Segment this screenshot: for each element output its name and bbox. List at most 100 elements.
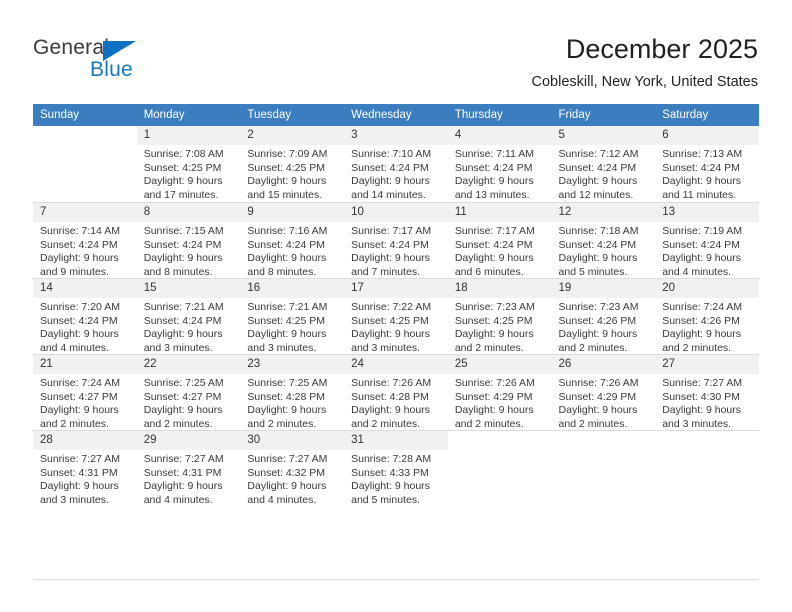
daylight-text-line2: and 13 minutes. [454, 188, 530, 201]
day-cell[interactable]: 16 Sunrise: 7:21 AM Sunset: 4:25 PM Dayl… [240, 278, 345, 355]
day-cell[interactable]: 6 Sunrise: 7:13 AM Sunset: 4:24 PM Dayli… [655, 126, 759, 202]
day-cell[interactable]: 27 Sunrise: 7:27 AM Sunset: 4:30 PM Dayl… [655, 354, 759, 430]
day-number: 25 [447, 355, 552, 374]
day-cell[interactable]: 24 Sunrise: 7:26 AM Sunset: 4:28 PM Dayl… [344, 354, 448, 430]
daylight-text-line2: and 4 minutes. [143, 493, 213, 506]
weekday-header-wednesday: Wednesday [344, 104, 448, 126]
sunset-text: Sunset: 4:32 PM [247, 466, 326, 479]
general-blue-logo[interactable]: General Blue [33, 36, 203, 84]
daylight-text-line1: Daylight: 9 hours [143, 480, 223, 493]
daylight-text-line2: and 17 minutes. [143, 188, 219, 201]
daylight-text-line1: Daylight: 9 hours [143, 328, 223, 341]
day-cell[interactable]: 21 Sunrise: 7:24 AM Sunset: 4:27 PM Dayl… [33, 354, 137, 430]
day-number: 18 [447, 279, 552, 298]
daylight-text-line1: Daylight: 9 hours [662, 175, 742, 188]
sunset-text: Sunset: 4:30 PM [662, 390, 740, 403]
daylight-text-line1: Daylight: 9 hours [351, 252, 430, 265]
day-cell[interactable]: 30 Sunrise: 7:27 AM Sunset: 4:32 PM Dayl… [240, 430, 345, 507]
sunset-text: Sunset: 4:24 PM [351, 161, 429, 174]
daylight-text-line2: and 12 minutes. [558, 188, 634, 201]
day-cell[interactable]: 15 Sunrise: 7:21 AM Sunset: 4:24 PM Dayl… [136, 278, 241, 354]
week-row: 7 Sunrise: 7:14 AM Sunset: 4:24 PM Dayli… [33, 202, 759, 278]
day-cell[interactable]: 20 Sunrise: 7:24 AM Sunset: 4:26 PM Dayl… [655, 278, 759, 354]
day-details: Sunrise: 7:27 AM Sunset: 4:32 PM Dayligh… [240, 450, 344, 507]
sunrise-text: Sunrise: 7:13 AM [662, 148, 743, 160]
daylight-text-line1: Daylight: 9 hours [247, 175, 327, 188]
day-cell[interactable] [33, 126, 137, 202]
sunrise-text: Sunrise: 7:26 AM [351, 377, 432, 389]
day-details: Sunrise: 7:09 AM Sunset: 4:25 PM Dayligh… [240, 145, 344, 202]
day-cell[interactable]: 13 Sunrise: 7:19 AM Sunset: 4:24 PM Dayl… [655, 202, 759, 278]
day-details: Sunrise: 7:11 AM Sunset: 4:24 PM Dayligh… [448, 145, 552, 202]
day-cell[interactable]: 8 Sunrise: 7:15 AM Sunset: 4:24 PM Dayli… [136, 202, 241, 279]
daylight-text-line1: Daylight: 9 hours [40, 404, 119, 417]
day-cell[interactable]: 26 Sunrise: 7:26 AM Sunset: 4:29 PM Dayl… [551, 354, 656, 430]
day-cell[interactable]: 11 Sunrise: 7:17 AM Sunset: 4:24 PM Dayl… [447, 202, 552, 278]
daylight-text-line2: and 14 minutes. [351, 188, 426, 201]
sunset-text: Sunset: 4:25 PM [351, 314, 429, 327]
day-details: Sunrise: 7:10 AM Sunset: 4:24 PM Dayligh… [344, 145, 448, 202]
sunrise-text: Sunrise: 7:21 AM [247, 301, 328, 313]
day-number: 27 [655, 355, 759, 374]
sunrise-text: Sunrise: 7:27 AM [40, 453, 120, 465]
page-header: General Blue December 2025 Cobleskill, N… [0, 0, 792, 104]
daylight-text-line1: Daylight: 9 hours [662, 328, 742, 341]
weekday-header-sunday: Sunday [33, 104, 137, 126]
day-cell[interactable]: 23 Sunrise: 7:25 AM Sunset: 4:28 PM Dayl… [240, 354, 345, 430]
sunrise-text: Sunrise: 7:28 AM [351, 453, 432, 465]
daylight-text-line2: and 15 minutes. [247, 188, 323, 201]
day-details: Sunrise: 7:21 AM Sunset: 4:25 PM Dayligh… [240, 298, 344, 355]
day-number [655, 431, 759, 450]
day-cell[interactable]: 9 Sunrise: 7:16 AM Sunset: 4:24 PM Dayli… [240, 202, 345, 278]
day-cell[interactable]: 28 Sunrise: 7:27 AM Sunset: 4:31 PM Dayl… [33, 430, 137, 506]
day-details: Sunrise: 7:24 AM Sunset: 4:27 PM Dayligh… [33, 374, 137, 431]
sunset-text: Sunset: 4:24 PM [662, 161, 740, 174]
sunrise-text: Sunrise: 7:27 AM [143, 453, 224, 465]
sunset-text: Sunset: 4:33 PM [351, 466, 429, 479]
sunrise-text: Sunrise: 7:25 AM [143, 377, 224, 389]
day-cell[interactable]: 2 Sunrise: 7:09 AM Sunset: 4:25 PM Dayli… [240, 126, 345, 202]
sunrise-text: Sunrise: 7:17 AM [351, 225, 432, 237]
sunset-text: Sunset: 4:29 PM [558, 390, 637, 403]
title-block: December 2025 Cobleskill, New York, Unit… [532, 33, 758, 92]
day-cell[interactable] [655, 430, 759, 506]
day-details: Sunrise: 7:08 AM Sunset: 4:25 PM Dayligh… [137, 145, 241, 202]
day-cell[interactable]: 1 Sunrise: 7:08 AM Sunset: 4:25 PM Dayli… [136, 126, 241, 202]
sunrise-text: Sunrise: 7:09 AM [247, 148, 328, 160]
day-cell[interactable]: 7 Sunrise: 7:14 AM Sunset: 4:24 PM Dayli… [33, 202, 137, 278]
day-cell[interactable]: 18 Sunrise: 7:23 AM Sunset: 4:25 PM Dayl… [447, 278, 552, 354]
day-cell[interactable]: 10 Sunrise: 7:17 AM Sunset: 4:24 PM Dayl… [344, 202, 448, 278]
sunrise-text: Sunrise: 7:24 AM [662, 301, 743, 313]
day-number: 19 [551, 279, 656, 298]
day-number: 4 [447, 126, 552, 145]
day-number: 11 [447, 203, 552, 222]
sunrise-text: Sunrise: 7:15 AM [143, 225, 224, 237]
sunrise-text: Sunrise: 7:26 AM [454, 377, 535, 389]
day-number [552, 431, 656, 450]
sunset-text: Sunset: 4:28 PM [247, 390, 326, 403]
day-details: Sunrise: 7:27 AM Sunset: 4:31 PM Dayligh… [33, 450, 137, 507]
day-cell[interactable]: 31 Sunrise: 7:28 AM Sunset: 4:33 PM Dayl… [344, 430, 448, 506]
sunset-text: Sunset: 4:31 PM [143, 466, 222, 479]
day-cell[interactable]: 5 Sunrise: 7:12 AM Sunset: 4:24 PM Dayli… [551, 126, 656, 202]
daylight-text-line1: Daylight: 9 hours [558, 175, 638, 188]
day-cell[interactable]: 19 Sunrise: 7:23 AM Sunset: 4:26 PM Dayl… [551, 278, 656, 354]
day-cell[interactable]: 29 Sunrise: 7:27 AM Sunset: 4:31 PM Dayl… [136, 430, 241, 506]
day-cell[interactable] [447, 430, 552, 506]
day-cell[interactable]: 17 Sunrise: 7:22 AM Sunset: 4:25 PM Dayl… [344, 278, 448, 354]
calendar-table: Sunday Monday Tuesday Wednesday Thursday… [33, 104, 759, 506]
day-cell[interactable]: 12 Sunrise: 7:18 AM Sunset: 4:24 PM Dayl… [551, 202, 656, 278]
day-cell[interactable]: 3 Sunrise: 7:10 AM Sunset: 4:24 PM Dayli… [344, 126, 448, 202]
day-details: Sunrise: 7:27 AM Sunset: 4:30 PM Dayligh… [655, 374, 759, 431]
day-cell[interactable]: 22 Sunrise: 7:25 AM Sunset: 4:27 PM Dayl… [136, 354, 241, 430]
day-cell[interactable]: 25 Sunrise: 7:26 AM Sunset: 4:29 PM Dayl… [447, 354, 552, 430]
daylight-text-line2: and 3 minutes. [40, 493, 109, 506]
day-cell[interactable]: 4 Sunrise: 7:11 AM Sunset: 4:24 PM Dayli… [447, 126, 552, 202]
day-details: Sunrise: 7:15 AM Sunset: 4:24 PM Dayligh… [137, 222, 241, 279]
day-number [33, 126, 137, 145]
daylight-text-line1: Daylight: 9 hours [247, 328, 327, 341]
day-cell[interactable] [551, 430, 656, 506]
sunrise-text: Sunrise: 7:17 AM [454, 225, 535, 237]
day-cell[interactable]: 14 Sunrise: 7:20 AM Sunset: 4:24 PM Dayl… [33, 278, 137, 354]
daylight-text-line1: Daylight: 9 hours [143, 404, 223, 417]
